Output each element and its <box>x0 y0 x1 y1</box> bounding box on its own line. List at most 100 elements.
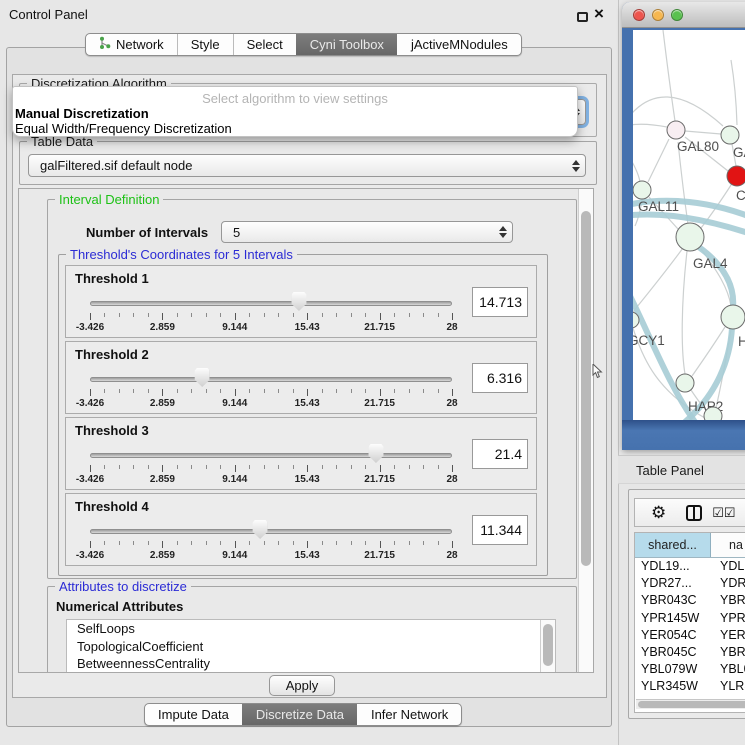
network-edge[interactable] <box>633 282 695 420</box>
table-row[interactable]: YDL19...YDL1 <box>635 558 745 575</box>
column-header-name[interactable]: na <box>711 533 745 557</box>
network-node-gal80[interactable] <box>667 121 685 139</box>
checkbox-icon[interactable]: ☑ <box>712 505 723 521</box>
attribute-item-topologicalcoefficient[interactable]: TopologicalCoefficient <box>67 638 555 656</box>
zoom-traffic-light[interactable] <box>671 9 683 21</box>
network-edge[interactable] <box>648 139 669 182</box>
threshold-value-field[interactable]: 11.344 <box>472 515 528 545</box>
checkbox-icon[interactable]: ☑ <box>724 505 735 521</box>
attributes-scrollbar[interactable] <box>540 620 555 673</box>
slider-track[interactable] <box>90 529 452 534</box>
algorithm-option-equal-width-frequency-discretization[interactable]: Equal Width/Frequency Discretization <box>15 121 232 136</box>
network-node-ga[interactable] <box>721 126 739 144</box>
threshold-slider[interactable]: -3.4262.8599.14415.4321.71528 <box>90 290 452 336</box>
network-node-h[interactable] <box>721 305 745 329</box>
threshold-slider[interactable]: -3.4262.8599.14415.4321.71528 <box>90 518 452 564</box>
threshold-slider[interactable]: -3.4262.8599.14415.4321.71528 <box>90 366 452 412</box>
cell-name[interactable]: YBR0 <box>711 644 745 661</box>
gear-icon[interactable]: ⚙ <box>651 504 666 521</box>
table-row[interactable]: YBR045CYBR0 <box>635 644 745 661</box>
network-edge[interactable] <box>678 142 688 224</box>
cell-shared-name[interactable]: YDR27... <box>635 575 711 592</box>
column-header-shared-name[interactable]: shared... <box>635 533 711 557</box>
threshold-row: Threshold 1 -3.4262.8599.14415.4321.7152… <box>65 265 537 338</box>
network-node-hap2[interactable] <box>676 374 694 392</box>
slider-track[interactable] <box>90 377 452 382</box>
table-row[interactable]: YLR345WYLR3 <box>635 678 745 695</box>
table-row[interactable]: YIL052CYIL0 <box>635 696 745 699</box>
cell-name[interactable]: YPR1 <box>711 610 745 627</box>
cell-shared-name[interactable]: YBL079W <box>635 661 711 678</box>
network-edge[interactable] <box>663 30 675 121</box>
network-edge[interactable] <box>682 251 687 374</box>
slider-track[interactable] <box>90 301 452 306</box>
slider-track[interactable] <box>90 453 452 458</box>
attribute-item-selfloops[interactable]: SelfLoops <box>67 620 555 638</box>
table-row[interactable]: YDR27...YDR2 <box>635 575 745 592</box>
tab-jactivemnodules[interactable]: jActiveMNodules <box>397 34 521 55</box>
network-edge[interactable] <box>633 150 640 182</box>
cell-shared-name[interactable]: YPR145W <box>635 610 711 627</box>
tab-impute-data[interactable]: Impute Data <box>145 704 242 725</box>
tab-discretize-data[interactable]: Discretize Data <box>242 704 357 725</box>
threshold-slider[interactable]: -3.4262.8599.14415.4321.71528 <box>90 442 452 488</box>
network-node-gal11[interactable] <box>633 181 651 199</box>
threshold-row: Threshold 4 -3.4262.8599.14415.4321.7152… <box>65 493 537 566</box>
network-edge[interactable] <box>731 60 737 125</box>
slider-thumb[interactable] <box>195 368 210 387</box>
settings-scrollbar[interactable] <box>578 189 593 672</box>
tab-cyni-toolbox[interactable]: Cyni Toolbox <box>296 34 397 55</box>
cell-shared-name[interactable]: YBR045C <box>635 644 711 661</box>
network-node-c[interactable] <box>727 166 745 186</box>
cell-name[interactable]: YBR0 <box>711 592 745 609</box>
tab-label: Network <box>116 37 164 52</box>
table-data-combobox[interactable]: galFiltered.sif default node <box>28 154 586 177</box>
slider-thumb[interactable] <box>368 444 383 463</box>
close-traffic-light[interactable] <box>633 9 645 21</box>
tab-style[interactable]: Style <box>177 34 233 55</box>
table-row[interactable]: YPR145WYPR1 <box>635 610 745 627</box>
network-edge[interactable] <box>685 131 721 134</box>
slider-thumb[interactable] <box>291 292 306 311</box>
network-node[interactable] <box>704 407 722 420</box>
cell-shared-name[interactable]: YLR345W <box>635 678 711 695</box>
cell-name[interactable]: YLR3 <box>711 678 745 695</box>
tab-infer-network[interactable]: Infer Network <box>357 704 461 725</box>
tab-network[interactable]: Network <box>86 34 177 55</box>
apply-button[interactable]: Apply <box>269 675 335 696</box>
network-edge[interactable] <box>692 327 725 376</box>
close-icon[interactable]: × <box>594 4 604 24</box>
attribute-item-betweennesscentrality[interactable]: BetweennessCentrality <box>67 655 555 673</box>
cell-shared-name[interactable]: YER054C <box>635 627 711 644</box>
network-view-window[interactable]: GAL80GACGAL11GAL4GCY1HHAP2 <box>622 2 745 450</box>
network-canvas[interactable]: GAL80GACGAL11GAL4GCY1HHAP2 <box>633 30 745 420</box>
network-window-titlebar[interactable] <box>622 2 745 28</box>
threshold-value-field[interactable]: 21.4 <box>472 439 528 469</box>
network-edge[interactable] <box>633 248 683 313</box>
threshold-value-field[interactable]: 6.316 <box>472 363 528 393</box>
slider-thumb[interactable] <box>253 520 268 539</box>
cell-name[interactable]: YIL0 <box>711 696 745 699</box>
columns-icon[interactable] <box>686 505 702 521</box>
number-of-intervals-combobox[interactable]: 5 <box>221 221 513 243</box>
cell-shared-name[interactable]: YBR043C <box>635 592 711 609</box>
network-edge[interactable] <box>693 243 733 308</box>
cell-name[interactable]: YBL0 <box>711 661 745 678</box>
table-hscrollbar[interactable] <box>636 699 745 709</box>
cell-shared-name[interactable]: YDL19... <box>635 558 711 575</box>
tab-select[interactable]: Select <box>233 34 296 55</box>
algorithm-option-manual-discretization[interactable]: Manual Discretization <box>15 106 149 121</box>
network-edge[interactable] <box>633 124 667 127</box>
cell-name[interactable]: YER0 <box>711 627 745 644</box>
table-row[interactable]: YBL079WYBL0 <box>635 661 745 678</box>
table-row[interactable]: YBR043CYBR0 <box>635 592 745 609</box>
table-row[interactable]: YER054CYER0 <box>635 627 745 644</box>
cell-name[interactable]: YDR2 <box>711 575 745 592</box>
cell-name[interactable]: YDL1 <box>711 558 745 575</box>
network-node-gal4[interactable] <box>676 223 704 251</box>
cell-shared-name[interactable]: YIL052C <box>635 696 711 699</box>
threshold-value-field[interactable]: 14.713 <box>472 287 528 317</box>
threshold-label: Threshold 2 <box>75 347 149 362</box>
minimize-traffic-light[interactable] <box>652 9 664 21</box>
float-window-icon[interactable] <box>577 12 588 22</box>
